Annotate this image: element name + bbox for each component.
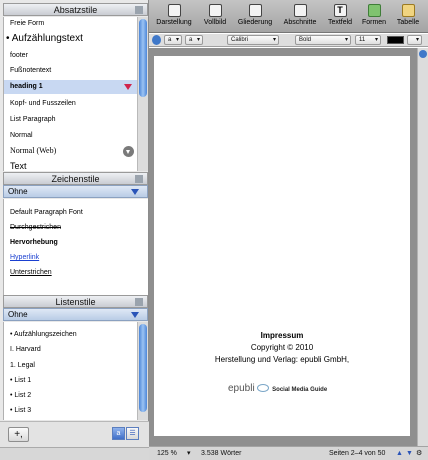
- list-style-item[interactable]: 1. Legal: [4, 359, 138, 373]
- toolbar-sections-button[interactable]: Abschnitte: [280, 4, 320, 32]
- main-toolbar: Darstellung Vollbild Gliederung Abschnit…: [149, 0, 428, 33]
- collapse-icon[interactable]: [135, 298, 143, 306]
- character-style-item[interactable]: Durchgestrichen: [4, 221, 138, 235]
- style-marker-icon: [124, 84, 132, 90]
- paragraph-style-item[interactable]: • Aufzählungstext: [4, 31, 138, 47]
- character-style-item[interactable]: Hyperlink: [4, 251, 138, 265]
- style-menu-icon[interactable]: [123, 146, 134, 157]
- paragraph-style-item[interactable]: Fußnotentext: [4, 64, 138, 78]
- paragraph-styles-scrollbar[interactable]: [137, 17, 148, 171]
- prev-page-icon[interactable]: ▲: [396, 447, 403, 460]
- chevron-down-icon: [131, 312, 139, 318]
- toolbar-outline-button[interactable]: Gliederung: [234, 4, 276, 32]
- paragraph-style-item[interactable]: Freie Form: [4, 17, 138, 31]
- font-weight-select[interactable]: Bold: [295, 35, 351, 45]
- document-scrollbar[interactable]: [417, 48, 428, 446]
- view-icon: [167, 4, 181, 17]
- textbox-icon: T: [333, 4, 347, 17]
- epubli-logo: epubli Social Media Guide: [228, 383, 328, 394]
- list-view-icon[interactable]: ☰: [126, 427, 139, 440]
- styles-drawer: Absatzstile Freie Form • Aufzählungstext…: [0, 0, 149, 460]
- list-styles-header[interactable]: Listenstile: [3, 295, 148, 308]
- collapse-icon[interactable]: [135, 6, 143, 14]
- add-style-button[interactable]: +,: [8, 427, 29, 442]
- toolbar-textbox-button[interactable]: T Textfeld: [324, 4, 356, 32]
- drawer-bottom-bar: +, a ☰: [0, 421, 149, 447]
- toolbar-fullscreen-button[interactable]: Vollbild: [200, 4, 230, 32]
- list-styles-list: • Aufzählungszeichen I. Harvard 1. Legal…: [3, 322, 137, 420]
- page-indicator: Seiten 2–4 von 50: [329, 450, 386, 457]
- paragraph-style-item[interactable]: Text: [4, 159, 138, 173]
- copyright-line: Copyright © 2010: [250, 343, 314, 352]
- paragraph-style-item-selected[interactable]: heading 1: [4, 80, 138, 94]
- drawer-status-strip: [0, 447, 149, 460]
- status-bar: 125 % ▾ 3.538 Wörter Seiten 2–4 von 50 ▲…: [149, 446, 428, 460]
- gear-icon[interactable]: ⚙: [416, 447, 422, 460]
- word-count: 3.538 Wörter: [201, 450, 242, 457]
- character-styles-list: Default Paragraph Font Durchgestrichen H…: [3, 199, 148, 295]
- zoom-level[interactable]: 125 %: [157, 447, 177, 460]
- chevron-down-icon: [131, 189, 139, 195]
- document-canvas: Impressum Copyright © 2010 Herstellung u…: [149, 48, 428, 446]
- list-style-item[interactable]: • List 2: [4, 389, 138, 403]
- character-style-item[interactable]: Unterstrichen: [4, 266, 138, 280]
- logo-swirl-icon: [256, 384, 269, 392]
- view-mode-button-1[interactable]: a: [112, 427, 125, 440]
- table-icon: [401, 4, 415, 17]
- next-page-icon[interactable]: ▼: [406, 447, 413, 460]
- paragraph-style-item[interactable]: Normal (Web): [4, 144, 138, 158]
- shapes-icon: [367, 4, 381, 17]
- font-family-select[interactable]: Calibri: [227, 35, 279, 45]
- zoom-stepper-icon[interactable]: ▾: [187, 447, 191, 460]
- character-style-filter[interactable]: Ohne: [3, 185, 148, 198]
- toolbox-icon[interactable]: [152, 35, 161, 45]
- list-styles-scrollbar[interactable]: [137, 322, 148, 420]
- toolbar-shapes-button[interactable]: Formen: [359, 4, 389, 32]
- paragraph-style-item[interactable]: List Paragraph: [4, 113, 138, 127]
- fullscreen-icon: [208, 4, 222, 17]
- paragraph-style-popup[interactable]: a: [164, 35, 182, 45]
- paragraph-styles-header[interactable]: Absatzstile: [3, 3, 148, 16]
- character-style-item[interactable]: Hervorhebung: [4, 236, 138, 250]
- paragraph-style-item[interactable]: Normal: [4, 129, 138, 143]
- toolbar-table-button[interactable]: Tabelle: [392, 4, 424, 32]
- format-bar: a a Calibri Bold 11: [149, 34, 428, 47]
- font-size-select[interactable]: 11: [355, 35, 381, 45]
- outline-icon: [248, 4, 262, 17]
- list-style-item[interactable]: I. Harvard: [4, 343, 138, 357]
- color-picker-button[interactable]: [407, 35, 422, 45]
- toolbar-view-button[interactable]: Darstellung: [153, 4, 195, 32]
- paragraph-styles-list: Freie Form • Aufzählungstext footer Fußn…: [3, 17, 138, 173]
- list-styles-title: Listenstile: [55, 297, 96, 307]
- imprint-heading: Impressum: [260, 331, 304, 340]
- scroll-thumb[interactable]: [139, 19, 147, 97]
- text-color-swatch[interactable]: [387, 36, 404, 44]
- list-style-item[interactable]: • List 3: [4, 404, 138, 418]
- paragraph-style-item[interactable]: Kopf- und Fusszeilen: [4, 97, 138, 111]
- document-page[interactable]: Impressum Copyright © 2010 Herstellung u…: [154, 56, 410, 436]
- character-style-item[interactable]: Default Paragraph Font: [4, 206, 138, 220]
- paragraph-styles-title: Absatzstile: [53, 5, 98, 15]
- character-styles-header[interactable]: Zeichenstile: [3, 172, 148, 185]
- character-style-popup[interactable]: a: [185, 35, 203, 45]
- collapse-icon[interactable]: [135, 175, 143, 183]
- list-style-filter[interactable]: Ohne: [3, 308, 148, 321]
- paragraph-style-item[interactable]: footer: [4, 49, 138, 63]
- scroll-thumb[interactable]: [139, 324, 147, 412]
- character-styles-title: Zeichenstile: [51, 174, 100, 184]
- sections-icon: [293, 4, 307, 17]
- list-style-item[interactable]: • Aufzählungszeichen: [4, 328, 138, 342]
- publisher-line: Herstellung und Verlag: epubli GmbH,: [214, 355, 350, 364]
- list-style-item[interactable]: • List 1: [4, 374, 138, 388]
- scroll-up-icon[interactable]: [419, 50, 427, 58]
